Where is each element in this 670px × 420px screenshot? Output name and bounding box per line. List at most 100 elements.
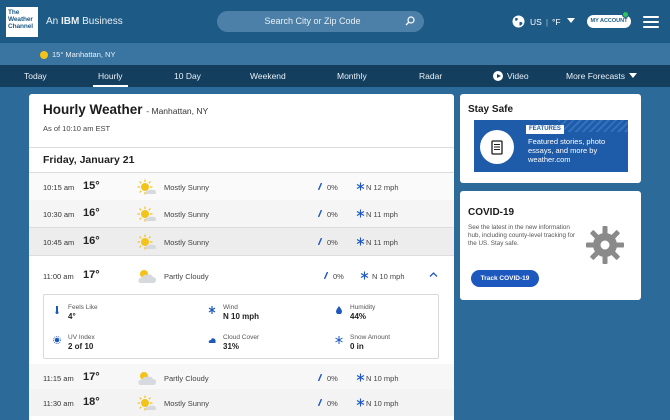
play-icon <box>493 71 503 81</box>
covid-title: COVID-19 <box>468 207 515 218</box>
ibm-business-tagline: An IBM Business <box>46 16 123 27</box>
hour-row[interactable]: 11:15 am 17° Partly Cloudy 0% N 10 mph <box>29 364 454 391</box>
hour-temp: 15° <box>83 180 100 192</box>
uv-index: UV Index 2 of 10 <box>68 334 95 351</box>
hour-row[interactable]: 11:00 am 17° Partly Cloudy 0% N 10 mph <box>29 262 454 289</box>
cloud-icon <box>208 338 216 343</box>
tab-weekend[interactable]: Weekend <box>250 65 286 87</box>
tab-video[interactable]: Video <box>493 65 529 87</box>
snow-amount: Snow Amount 0 in <box>350 334 391 351</box>
region-label: US <box>530 17 542 27</box>
hour-condition: Mostly Sunny <box>164 210 210 219</box>
sun-icon <box>137 234 157 250</box>
hour-precip: 0% <box>327 183 338 192</box>
humidity: Humidity 44% <box>350 304 376 321</box>
hour-precip: 0% <box>333 272 344 281</box>
hour-temp: 16° <box>83 207 100 219</box>
stay-safe-card: Stay Safe FEATURES Featured stories, pho… <box>460 94 641 183</box>
tab-today[interactable]: Today <box>24 65 47 87</box>
recent-location-bar: 15° Manhattan, NY <box>0 43 670 65</box>
day-heading: Friday, January 21 <box>43 154 135 166</box>
hour-time: 11:15 am <box>43 374 74 383</box>
hour-condition: Partly Cloudy <box>164 374 209 383</box>
wind-icon <box>356 398 365 407</box>
forecast-nav: Today Hourly 10 Day Weekend Monthly Rada… <box>0 65 670 87</box>
weather-channel-logo[interactable]: The Weather Channel <box>5 6 39 38</box>
globe-icon[interactable] <box>512 15 525 28</box>
features-promo-banner[interactable]: FEATURES Featured stories, photo essays,… <box>474 120 628 172</box>
region-unit-selector[interactable]: US | °F <box>530 17 561 27</box>
chevron-up-icon[interactable] <box>429 271 438 278</box>
hour-row[interactable]: 11:30 am 18° Mostly Sunny 0% N 10 mph <box>29 389 454 416</box>
hour-temp: 16° <box>83 235 100 247</box>
feels-like: Feels Like 4° <box>68 304 98 321</box>
unit-label: °F <box>552 17 561 27</box>
covid-card: COVID-19 See the latest in the new infor… <box>460 191 641 300</box>
hour-wind: N 10 mph <box>366 374 399 383</box>
tab-hourly[interactable]: Hourly <box>93 65 128 87</box>
top-header: The Weather Channel An IBM Business Sear… <box>0 0 670 43</box>
hamburger-menu-icon[interactable] <box>643 16 659 28</box>
raindrop-icon <box>318 238 322 245</box>
sun-icon <box>137 206 157 222</box>
humidity-icon <box>336 306 342 314</box>
notification-dot <box>622 11 629 18</box>
hour-wind: N 10 mph <box>366 399 399 408</box>
wind-icon <box>356 237 365 246</box>
hour-wind: N 12 mph <box>366 183 399 192</box>
raindrop-icon <box>318 399 322 406</box>
hour-details-panel: Feels Like 4° Wind N 10 mph Humidity 44%… <box>43 294 439 359</box>
tab-monthly[interactable]: Monthly <box>337 65 367 87</box>
as-of-timestamp: As of 10:10 am EST <box>43 124 111 133</box>
raindrop-icon <box>318 374 322 381</box>
chevron-down-icon[interactable] <box>567 18 575 23</box>
document-icon <box>491 140 503 155</box>
title-location: - Manhattan, NY <box>146 106 209 116</box>
covid-description: See the latest in the new information hu… <box>468 224 576 247</box>
hour-precip: 0% <box>327 399 338 408</box>
track-covid-button[interactable]: Track COVID-19 <box>471 270 539 287</box>
raindrop-icon <box>324 272 328 279</box>
wind-icon <box>356 373 365 382</box>
partly-cloudy-icon <box>138 372 157 385</box>
sun-icon <box>137 395 157 411</box>
hour-time: 10:15 am <box>43 183 75 192</box>
hour-temp: 18° <box>83 396 100 408</box>
hour-condition: Mostly Sunny <box>164 399 210 408</box>
wind-icon <box>360 271 369 280</box>
row-divider <box>29 255 454 256</box>
wind-icon <box>356 209 365 218</box>
hour-row[interactable]: 10:45 am 16° Mostly Sunny 0% N 11 mph <box>29 228 454 255</box>
search-icon[interactable] <box>405 16 415 26</box>
chevron-down-icon <box>629 73 638 78</box>
raindrop-icon <box>318 183 322 190</box>
hour-wind: N 11 mph <box>366 238 398 247</box>
snowflake-icon <box>335 336 343 344</box>
sun-icon <box>137 179 157 195</box>
search-placeholder: Search City or Zip Code <box>264 16 361 26</box>
hour-precip: 0% <box>327 374 338 383</box>
hour-temp: 17° <box>83 371 100 383</box>
wind-icon <box>208 306 216 314</box>
hour-precip: 0% <box>327 238 338 247</box>
tab-more-forecasts[interactable]: More Forecasts <box>566 65 638 87</box>
hour-condition: Mostly Sunny <box>164 238 210 247</box>
hour-row[interactable]: 10:15 am 15° Mostly Sunny 0% N 12 mph <box>29 173 454 200</box>
raindrop-icon <box>318 210 322 217</box>
hour-row[interactable]: 10:30 am 16° Mostly Sunny 0% N 11 mph <box>29 200 454 227</box>
partly-cloudy-icon <box>138 270 157 283</box>
hour-wind: N 10 mph <box>372 272 405 281</box>
hour-time: 10:45 am <box>43 238 75 247</box>
hour-time: 10:30 am <box>43 210 75 219</box>
hour-precip: 0% <box>327 210 338 219</box>
search-input[interactable]: Search City or Zip Code <box>217 11 424 32</box>
hour-condition: Partly Cloudy <box>164 272 209 281</box>
recent-location-link[interactable]: 15° Manhattan, NY <box>52 50 115 59</box>
thermometer-icon <box>55 306 59 314</box>
hour-time: 11:00 am <box>43 272 74 281</box>
features-text: Featured stories, photo essays, and more… <box>528 137 606 164</box>
wind-icon <box>356 182 365 191</box>
tab-10-day[interactable]: 10 Day <box>174 65 201 87</box>
hourly-weather-card: Hourly Weather - Manhattan, NY As of 10:… <box>29 94 454 420</box>
tab-radar[interactable]: Radar <box>419 65 442 87</box>
